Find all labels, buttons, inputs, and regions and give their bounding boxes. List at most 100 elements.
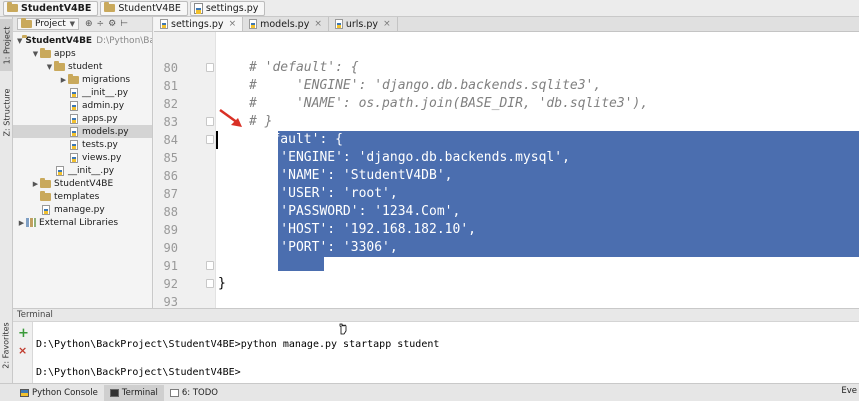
code-line: 81 # 'ENGINE': 'django.db.backends.sqlit… (154, 77, 859, 95)
tree-item-label: manage.py (54, 204, 105, 215)
line-number: 93 (163, 295, 178, 308)
tab-label: Terminal (121, 387, 158, 398)
tab-python-console[interactable]: Python Console (14, 385, 104, 401)
event-log-label: Eve (841, 386, 857, 396)
breadcrumb-package[interactable]: StudentV4BE (100, 0, 188, 16)
tool-tab-project[interactable]: 1: Project (0, 19, 13, 71)
tab-todo[interactable]: 6: TODO (164, 385, 224, 401)
tree-item-project-root[interactable]: ▼ StudentV4BE D:\Python\Ba (13, 34, 152, 47)
line-number: 87 (163, 187, 178, 201)
breadcrumb-label: settings.py (205, 2, 259, 14)
breadcrumb-label: StudentV4BE (21, 2, 92, 14)
tab-models-py[interactable]: models.py × (243, 17, 329, 31)
tool-tab-favorites[interactable]: 2: Favorites (0, 317, 13, 373)
collapse-icon[interactable]: ÷ (97, 19, 105, 29)
folder-icon (104, 2, 116, 12)
project-panel-header: Project ▼ ⊕ ÷ ⚙ ⊢ (13, 17, 152, 32)
tree-item-label: tests.py (82, 139, 118, 150)
gear-icon[interactable]: ⚙ (108, 19, 116, 29)
tab-settings-py[interactable]: settings.py × (154, 17, 244, 31)
fold-marker-icon[interactable] (206, 63, 214, 72)
tree-item-views[interactable]: views.py (13, 151, 152, 164)
tree-item-init[interactable]: __init__.py (13, 86, 152, 99)
expand-arrow-icon[interactable]: ▼ (17, 37, 22, 45)
tree-item-apps-py[interactable]: apps.py (13, 112, 152, 125)
code-line-selected: 87 'USER': 'root', (154, 185, 859, 203)
left-tool-strip: 1: Project Z: Structure 2: Favorites (0, 17, 13, 383)
collapsed-arrow-icon[interactable]: ▶ (17, 219, 26, 227)
tree-item-label: admin.py (82, 100, 125, 111)
python-console-icon (20, 388, 29, 397)
python-file-icon (70, 152, 78, 163)
python-file-icon (70, 100, 78, 111)
code-text: # } (249, 114, 273, 129)
tree-item-migrations[interactable]: ▶ migrations (13, 73, 152, 86)
libraries-icon (26, 218, 36, 227)
code-text: 'PORT': '3306', (249, 240, 398, 255)
terminal-output[interactable]: D:\Python\BackProject\StudentV4BE>python… (33, 322, 859, 383)
tree-item-models[interactable]: models.py (13, 125, 152, 138)
chevron-down-icon: ▼ (69, 20, 75, 28)
code-editor[interactable]: 80 # 'default': { 81 # 'ENGINE': 'django… (154, 32, 859, 308)
tab-terminal[interactable]: Terminal (103, 384, 164, 401)
tree-item-studentv4be-package[interactable]: ▶ StudentV4BE (13, 177, 152, 190)
new-session-icon[interactable]: + (18, 326, 29, 341)
tree-item-external-libraries[interactable]: ▶ External Libraries (13, 216, 152, 229)
tool-tab-label: 2: Favorites (2, 321, 11, 369)
tree-item-label: views.py (82, 152, 122, 163)
fold-marker-icon[interactable] (206, 135, 214, 144)
terminal-title: Terminal (17, 310, 53, 320)
folder-icon (40, 47, 51, 58)
collapsed-arrow-icon[interactable]: ▶ (59, 76, 68, 84)
event-log-button[interactable]: Eve (841, 386, 857, 396)
expand-arrow-icon[interactable]: ▼ (45, 63, 54, 71)
tree-item-templates[interactable]: templates (13, 190, 152, 203)
project-view-dropdown[interactable]: Project ▼ (17, 18, 79, 30)
tool-tab-structure[interactable]: Z: Structure (0, 79, 13, 145)
close-icon[interactable]: × (229, 19, 237, 29)
close-icon[interactable]: × (383, 19, 391, 29)
collapsed-arrow-icon[interactable]: ▶ (31, 180, 40, 188)
tab-urls-py[interactable]: urls.py × (329, 17, 398, 31)
expand-arrow-icon[interactable]: ▼ (31, 50, 40, 58)
line-number: 82 (163, 97, 178, 111)
breadcrumb-file[interactable]: settings.py (189, 0, 266, 16)
fold-marker-icon[interactable] (206, 279, 214, 288)
close-icon[interactable]: × (314, 19, 322, 29)
text-caret (216, 131, 218, 149)
tree-item-label: migrations (82, 74, 131, 85)
close-session-icon[interactable]: × (18, 344, 27, 357)
terminal-header: Terminal (13, 308, 859, 322)
code-text: # 'ENGINE': 'django.db.backends.sqlite3'… (249, 78, 602, 93)
fold-marker-icon[interactable] (206, 261, 214, 270)
tree-item-tests[interactable]: tests.py (13, 138, 152, 151)
terminal-line: D:\Python\BackProject\StudentV4BE>python… (36, 339, 440, 350)
tree-item-manage[interactable]: manage.py (13, 203, 152, 216)
fold-marker-icon[interactable] (206, 117, 214, 126)
project-tree: ▼ StudentV4BE D:\Python\Ba ▼ apps ▼ stud… (13, 32, 152, 229)
red-arrow-annotation-icon (219, 108, 242, 127)
project-panel: Project ▼ ⊕ ÷ ⚙ ⊢ ▼ StudentV4BE D:\Pytho… (13, 17, 153, 308)
line-number: 85 (163, 151, 178, 165)
hide-icon[interactable]: ⊢ (120, 19, 128, 29)
line-number: 89 (163, 223, 178, 237)
tree-item-label: apps (54, 48, 76, 59)
tree-item-apps-init[interactable]: __init__.py (13, 164, 152, 177)
python-file-icon (70, 87, 78, 98)
breadcrumb-project[interactable]: StudentV4BE (3, 0, 99, 16)
tree-item-label: External Libraries (39, 217, 119, 228)
tree-item-apps[interactable]: ▼ apps (13, 47, 152, 60)
sync-icon[interactable]: ⊕ (85, 19, 93, 29)
code-text: 'ENGINE': 'django.db.backends.mysql', (249, 150, 570, 165)
tool-tab-label: Z: Structure (2, 88, 11, 136)
code-text: # 'default': { (249, 60, 359, 75)
python-file-icon (56, 165, 64, 176)
tab-label: urls.py (345, 18, 379, 30)
tree-item-admin[interactable]: admin.py (13, 99, 152, 112)
code-line: 92 } (154, 275, 859, 293)
code-line: 93 (154, 293, 859, 308)
code-line: 83 # } (154, 113, 859, 131)
folder-icon (7, 2, 18, 12)
tree-item-student[interactable]: ▼ student (13, 60, 152, 73)
